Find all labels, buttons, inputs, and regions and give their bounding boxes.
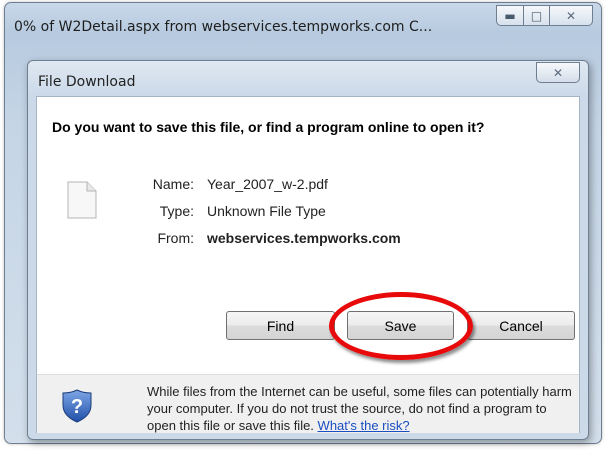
dialog-title: File Download bbox=[38, 74, 136, 90]
type-label: Type: bbox=[159, 203, 194, 219]
maximize-button[interactable]: □ bbox=[524, 5, 550, 26]
window-caption-buttons: ▬ □ ✕ bbox=[496, 5, 593, 26]
minimize-button[interactable]: ▬ bbox=[496, 5, 524, 26]
security-warning-footer: ? While files from the Internet can be u… bbox=[37, 374, 579, 433]
security-warning-text: While files from the Internet can be use… bbox=[147, 383, 572, 434]
dialog-question: Do you want to save this file, or find a… bbox=[52, 119, 485, 135]
file-name-value: Year_2007_w-2.pdf bbox=[207, 176, 328, 192]
close-button[interactable]: ✕ bbox=[550, 5, 593, 26]
cancel-button[interactable]: Cancel bbox=[467, 311, 575, 340]
close-icon: ✕ bbox=[552, 65, 564, 80]
file-type-value: Unknown File Type bbox=[207, 203, 326, 219]
minimize-icon: ▬ bbox=[504, 8, 516, 23]
maximize-icon: □ bbox=[530, 8, 543, 23]
file-download-dialog: File Download ✕ Do you want to save this… bbox=[27, 60, 589, 440]
download-progress-window: 0% of W2Detail.aspx from webservices.tem… bbox=[4, 2, 602, 444]
find-button[interactable]: Find bbox=[226, 311, 335, 340]
security-shield-icon: ? bbox=[62, 389, 92, 423]
svg-text:?: ? bbox=[71, 396, 83, 418]
from-label: From: bbox=[157, 230, 194, 246]
close-icon: ✕ bbox=[565, 8, 577, 23]
file-source-value: webservices.tempworks.com bbox=[207, 230, 401, 246]
whats-the-risk-link[interactable]: What's the risk? bbox=[318, 418, 410, 433]
save-button[interactable]: Save bbox=[347, 311, 454, 340]
window-title: 0% of W2Detail.aspx from webservices.tem… bbox=[14, 19, 433, 35]
file-icon bbox=[67, 181, 97, 219]
name-label: Name: bbox=[152, 176, 194, 192]
dialog-close-button[interactable]: ✕ bbox=[536, 62, 580, 83]
dialog-body: Do you want to save this file, or find a… bbox=[36, 96, 580, 433]
